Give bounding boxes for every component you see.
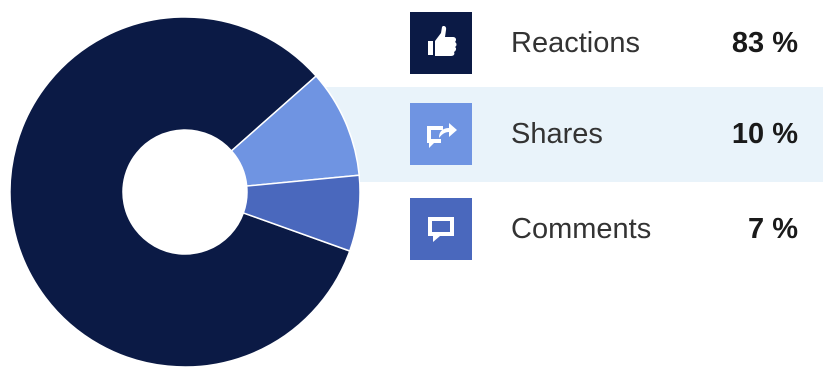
legend-item-reactions[interactable]: Reactions 83 % (410, 12, 800, 74)
legend-value-shares: 10 % (731, 118, 798, 150)
legend-label-shares: Shares (511, 118, 603, 150)
legend-value-reactions: 83 % (731, 27, 798, 59)
donut-chart (9, 16, 360, 368)
legend-item-shares[interactable]: Shares 10 % (410, 103, 800, 165)
legend-label-comments: Comments (511, 213, 652, 245)
share-icon (410, 103, 472, 165)
legend-value-comments: 7 % (748, 213, 798, 245)
legend-item-comments[interactable]: Comments 7 % (410, 198, 800, 260)
legend-label-reactions: Reactions (511, 27, 640, 59)
comment-icon (410, 198, 472, 260)
thumbs-up-icon (410, 12, 472, 74)
